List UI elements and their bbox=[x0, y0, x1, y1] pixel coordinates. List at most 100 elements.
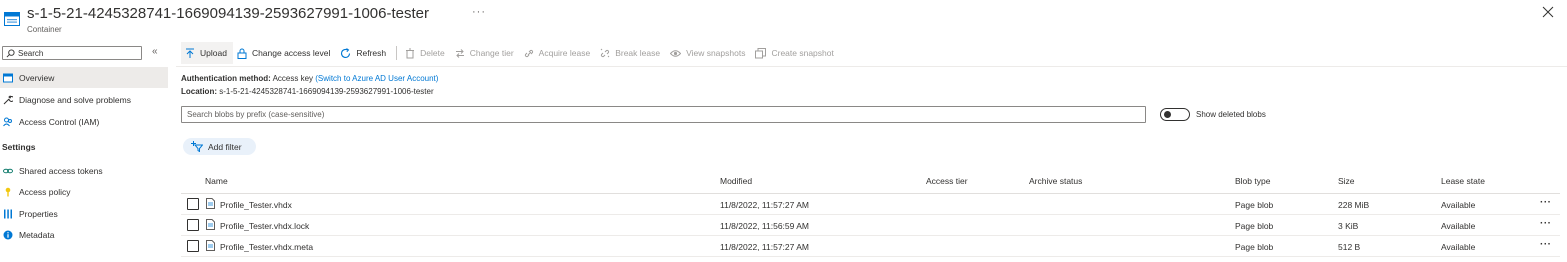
location-line: Location: s-1-5-21-4245328741-1669094139… bbox=[181, 87, 434, 96]
page-subtitle: Container bbox=[27, 25, 62, 34]
blob-search-input[interactable] bbox=[182, 107, 1145, 122]
column-header-size[interactable]: Size bbox=[1338, 176, 1355, 186]
upload-button[interactable]: Upload bbox=[181, 42, 233, 64]
wrench-icon bbox=[3, 94, 13, 104]
table-row[interactable]: Profile_Tester.vhdx 11/8/2022, 11:57:27 … bbox=[181, 194, 1560, 215]
upload-icon bbox=[186, 48, 194, 58]
view-snapshots-button[interactable]: View snapshots bbox=[666, 42, 751, 64]
sidebar-item-label: Access Control (IAM) bbox=[19, 116, 100, 127]
sidebar-item-diagnose[interactable]: Diagnose and solve problems bbox=[0, 89, 168, 110]
auth-method-label: Authentication method: bbox=[181, 74, 271, 83]
column-header-archive-status[interactable]: Archive status bbox=[1029, 176, 1082, 186]
blob-size: 228 MiB bbox=[1338, 200, 1370, 210]
table-row[interactable]: Profile_Tester.vhdx.meta 11/8/2022, 11:5… bbox=[181, 236, 1560, 257]
row-checkbox[interactable] bbox=[187, 219, 199, 231]
delete-button[interactable]: Delete bbox=[401, 42, 451, 64]
sidebar-item-label: Shared access tokens bbox=[19, 165, 103, 176]
eye-icon bbox=[670, 49, 682, 57]
toggle-knob bbox=[1164, 111, 1171, 118]
add-filter-icon bbox=[191, 141, 203, 152]
sidebar-item-label: Properties bbox=[19, 208, 58, 219]
more-options-button[interactable]: ··· bbox=[472, 6, 486, 18]
change-access-level-label: Change access level bbox=[251, 48, 331, 58]
sidebar-item-metadata[interactable]: Metadata bbox=[0, 224, 168, 245]
container-icon bbox=[4, 12, 20, 26]
sidebar-item-properties[interactable]: Properties bbox=[0, 203, 168, 224]
break-lease-button[interactable]: Break lease bbox=[596, 42, 666, 64]
row-more-button[interactable]: ··· bbox=[1540, 239, 1552, 250]
collapse-sidebar-button[interactable]: « bbox=[152, 46, 158, 57]
swap-icon bbox=[455, 48, 464, 58]
broken-link-icon bbox=[600, 48, 610, 57]
delete-label: Delete bbox=[420, 48, 445, 58]
sidebar-item-shared-access-tokens[interactable]: Shared access tokens bbox=[0, 160, 168, 181]
trash-icon bbox=[406, 48, 415, 58]
file-icon bbox=[206, 219, 215, 230]
acquire-lease-label: Acquire lease bbox=[538, 48, 591, 58]
blob-modified: 11/8/2022, 11:57:27 AM bbox=[720, 200, 810, 210]
upload-label: Upload bbox=[200, 48, 227, 58]
sidebar-item-access-control[interactable]: Access Control (IAM) bbox=[0, 111, 168, 132]
blob-type: Page blob bbox=[1235, 221, 1274, 231]
row-more-button[interactable]: ··· bbox=[1540, 197, 1552, 208]
view-snapshots-label: View snapshots bbox=[686, 48, 746, 58]
row-checkbox[interactable] bbox=[187, 240, 199, 252]
switch-auth-link[interactable]: (Switch to Azure AD User Account) bbox=[315, 74, 438, 83]
lease-link-icon bbox=[524, 49, 533, 57]
sidebar-item-label: Diagnose and solve problems bbox=[19, 94, 131, 105]
page-header: s-1-5-21-4245328741-1669094139-259362799… bbox=[0, 0, 1567, 38]
lock-icon bbox=[237, 48, 247, 59]
blob-type: Page blob bbox=[1235, 242, 1274, 252]
acquire-lease-button[interactable]: Acquire lease bbox=[520, 42, 597, 64]
create-snapshot-button[interactable]: Create snapshot bbox=[751, 42, 839, 64]
change-tier-label: Change tier bbox=[469, 48, 514, 58]
column-header-access-tier[interactable]: Access tier bbox=[926, 176, 968, 186]
page-title: s-1-5-21-4245328741-1669094139-259362799… bbox=[27, 5, 429, 22]
close-icon[interactable] bbox=[1542, 6, 1554, 18]
blob-type: Page blob bbox=[1235, 200, 1274, 210]
sidebar-search-box[interactable] bbox=[2, 46, 142, 60]
blob-name[interactable]: Profile_Tester.vhdx bbox=[220, 200, 292, 210]
refresh-label: Refresh bbox=[356, 48, 387, 58]
blob-name[interactable]: Profile_Tester.vhdx.lock bbox=[220, 221, 309, 231]
change-tier-button[interactable]: Change tier bbox=[451, 42, 520, 64]
location-label: Location: bbox=[181, 87, 217, 96]
blob-name[interactable]: Profile_Tester.vhdx.meta bbox=[220, 242, 313, 252]
add-filter-label: Add filter bbox=[208, 141, 242, 152]
sidebar-item-overview[interactable]: Overview bbox=[0, 67, 168, 88]
column-header-modified[interactable]: Modified bbox=[720, 176, 752, 186]
toolbar-divider-line bbox=[176, 66, 1567, 67]
blob-modified: 11/8/2022, 11:57:27 AM bbox=[720, 242, 810, 252]
sidebar-item-access-policy[interactable]: Access policy bbox=[0, 181, 168, 202]
sidebar-search-input[interactable] bbox=[18, 47, 138, 59]
toolbar-divider bbox=[396, 46, 398, 60]
sidebar-item-label: Access policy bbox=[19, 186, 71, 197]
file-icon bbox=[206, 240, 215, 251]
show-deleted-toggle[interactable] bbox=[1160, 108, 1190, 121]
blob-lease-state: Available bbox=[1441, 221, 1476, 231]
sidebar-item-label: Metadata bbox=[19, 229, 55, 240]
table-row[interactable]: Profile_Tester.vhdx.lock 11/8/2022, 11:5… bbox=[181, 215, 1560, 236]
add-filter-button[interactable]: Add filter bbox=[183, 138, 256, 155]
people-icon bbox=[3, 117, 12, 126]
sliders-icon bbox=[4, 209, 12, 218]
column-header-lease-state[interactable]: Lease state bbox=[1441, 176, 1485, 186]
search-icon bbox=[6, 49, 15, 58]
refresh-button[interactable]: Refresh bbox=[336, 42, 392, 64]
row-more-button[interactable]: ··· bbox=[1540, 218, 1552, 229]
create-snapshot-label: Create snapshot bbox=[771, 48, 834, 58]
show-deleted-label: Show deleted blobs bbox=[1196, 110, 1266, 119]
key-icon bbox=[5, 187, 11, 196]
blob-size: 3 KiB bbox=[1338, 221, 1359, 231]
blob-search-box[interactable] bbox=[181, 106, 1146, 123]
settings-section-header: Settings bbox=[2, 142, 36, 152]
refresh-icon bbox=[341, 47, 351, 58]
column-header-blob-type[interactable]: Blob type bbox=[1235, 176, 1270, 186]
change-access-level-button[interactable]: Change access level bbox=[233, 42, 336, 64]
blob-lease-state: Available bbox=[1441, 242, 1476, 252]
info-icon bbox=[3, 230, 13, 239]
container-icon bbox=[3, 73, 13, 82]
row-checkbox[interactable] bbox=[187, 198, 199, 210]
link-icon bbox=[3, 168, 13, 173]
column-header-name[interactable]: Name bbox=[205, 176, 228, 186]
